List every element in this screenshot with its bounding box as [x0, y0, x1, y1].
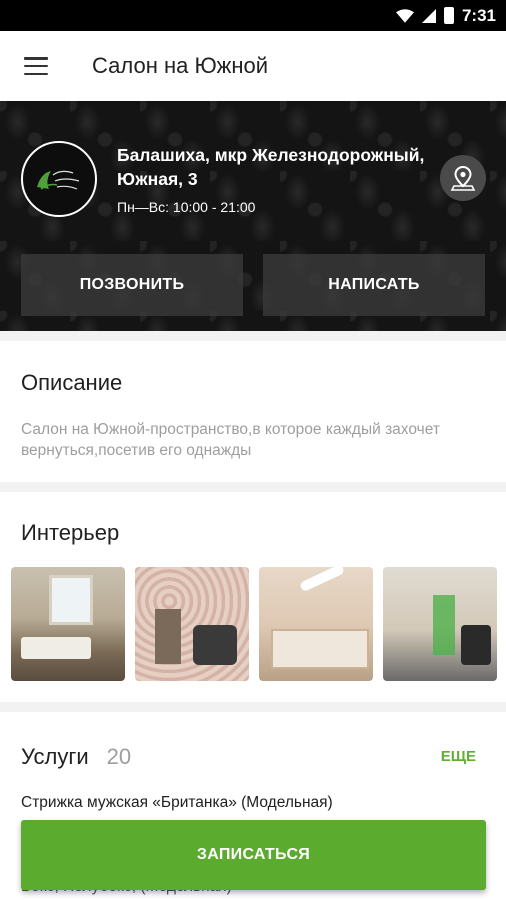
services-title: Услуги [21, 744, 89, 769]
call-button[interactable]: ПОЗВОНИТЬ [21, 254, 243, 316]
battery-icon [443, 7, 454, 24]
book-appointment-button[interactable]: ЗАПИСАТЬСЯ [21, 820, 486, 890]
interior-photo-3[interactable] [259, 567, 373, 681]
salon-hours: Пн—Вс: 10:00 - 21:00 [117, 199, 256, 215]
status-time: 7:31 [461, 5, 496, 25]
services-header: Услуги 20 [21, 744, 131, 770]
wifi-icon [395, 8, 414, 23]
description-text: Салон на Южной-пространство,в которое ка… [21, 421, 440, 459]
interior-photo-2[interactable] [135, 567, 249, 681]
map-pin-icon[interactable] [440, 155, 486, 201]
signal-icon [421, 8, 436, 23]
interior-photo-4[interactable] [383, 567, 497, 681]
interior-title: Интерьер [21, 520, 120, 545]
status-bar: 7:31 [0, 0, 506, 31]
page-title: Салон на Южной [92, 53, 269, 78]
salon-header: Балашиха, мкр Железнодорожный, Южная, 3 … [0, 101, 506, 331]
description-title: Описание [21, 370, 123, 395]
salon-address: Балашиха, мкр Железнодорожный, Южная, 3 [117, 145, 425, 189]
interior-card: Интерьер [0, 492, 506, 702]
hamburger-menu-icon[interactable] [0, 31, 72, 101]
interior-gallery [11, 567, 497, 681]
service-item[interactable]: Стрижка мужская «Британка» (Модельная) [21, 794, 333, 812]
salon-logo [21, 141, 97, 217]
services-count: 20 [106, 744, 132, 769]
services-more-link[interactable]: ЕЩЕ [441, 748, 476, 765]
description-card: Описание Салон на Южной-пространство,в к… [0, 341, 506, 482]
write-button[interactable]: НАПИСАТЬ [263, 254, 485, 316]
app-bar: Салон на Южной [0, 31, 506, 101]
interior-photo-1[interactable] [11, 567, 125, 681]
